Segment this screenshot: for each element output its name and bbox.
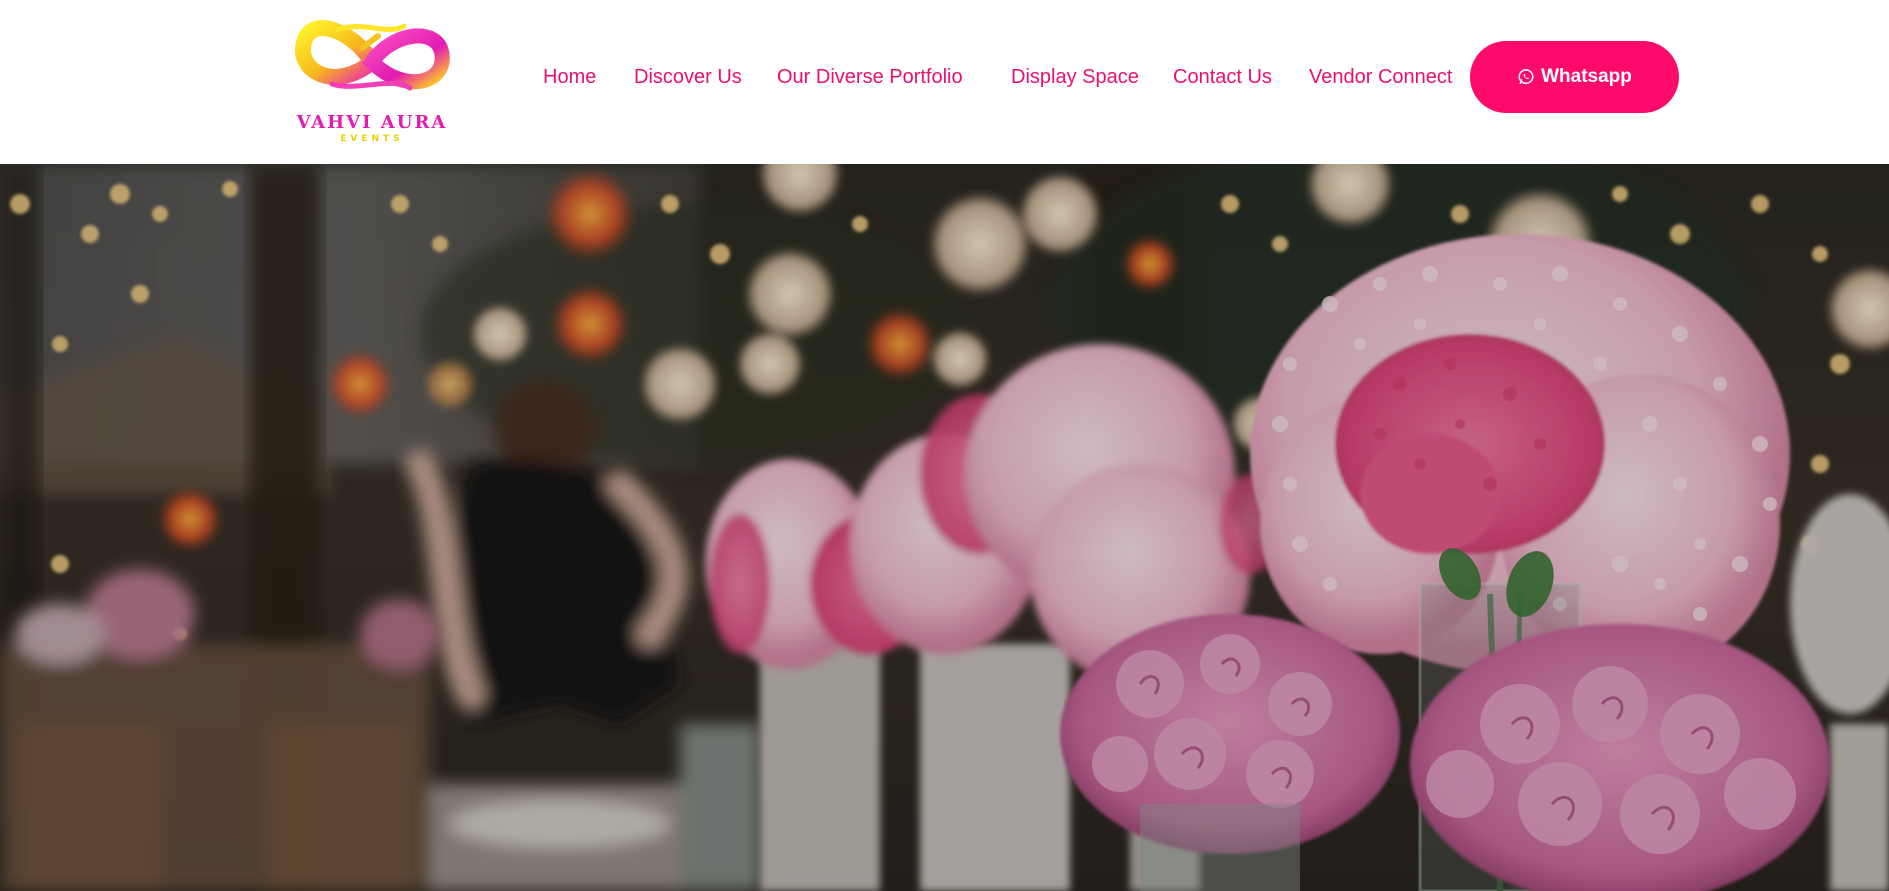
brand-tagline: EVENTS	[340, 134, 404, 144]
brand-name: VAHVI AURA	[296, 112, 448, 133]
hero-floral-image	[0, 164, 1889, 891]
whatsapp-button-label: Whatsapp	[1541, 66, 1632, 87]
infinity-swirl-logo-icon	[295, 20, 450, 91]
nav-item-portfolio[interactable]: Our Diverse Portfolio	[777, 62, 963, 92]
nav-item-vendor-connect[interactable]: Vendor Connect	[1309, 62, 1452, 92]
hero-banner	[0, 164, 1889, 891]
nav-item-home[interactable]: Home	[543, 62, 596, 92]
whatsapp-icon	[1517, 68, 1535, 86]
nav-item-contact-us[interactable]: Contact Us	[1173, 62, 1272, 92]
whatsapp-button[interactable]: Whatsapp	[1470, 41, 1679, 113]
site-header: VAHVI AURA EVENTS Home Discover Us Our D…	[0, 0, 1889, 164]
nav-item-display-space[interactable]: Display Space	[1011, 62, 1139, 92]
brand-logo[interactable]: VAHVI AURA EVENTS	[292, 6, 452, 150]
nav-item-discover-us[interactable]: Discover Us	[634, 62, 742, 92]
